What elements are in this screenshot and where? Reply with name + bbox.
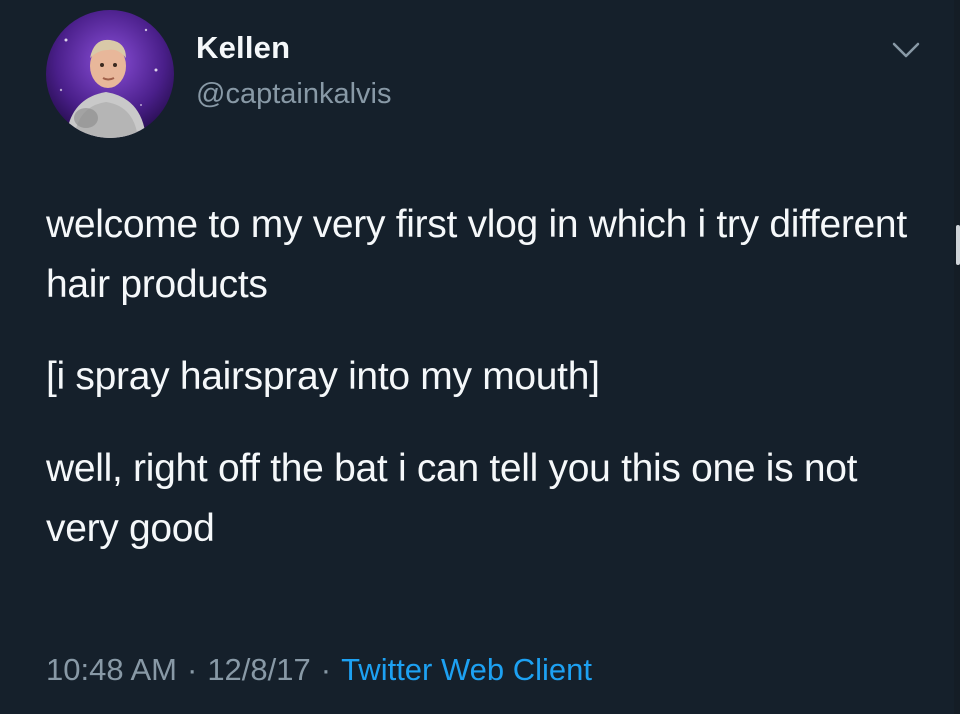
chevron-down-icon[interactable] [888,38,924,64]
meta-separator: · [320,652,332,687]
tweet-text: welcome to my very first vlog in which i… [46,195,926,591]
tweet-card: Kellen @captainkalvis welcome to my very… [0,0,960,714]
tweet-paragraph: [i spray hairspray into my mouth] [46,355,600,398]
tweet-paragraph: well, right off the bat i can tell you t… [46,447,858,550]
author-handle[interactable]: @captainkalvis [196,78,391,111]
tweet-metadata: 10:48 AM · 12/8/17 · Twitter Web Client [46,652,592,688]
tweet-date[interactable]: 12/8/17 [207,652,310,687]
author-display-name[interactable]: Kellen [196,30,290,66]
avatar[interactable] [46,10,174,138]
tweet-paragraph: welcome to my very first vlog in which i… [46,203,907,306]
scrollbar-thumb[interactable] [956,225,960,265]
tweet-client-link[interactable]: Twitter Web Client [341,652,592,687]
meta-separator: · [186,652,198,687]
scrollbar-track[interactable] [954,0,960,714]
tweet-time[interactable]: 10:48 AM [46,652,177,687]
